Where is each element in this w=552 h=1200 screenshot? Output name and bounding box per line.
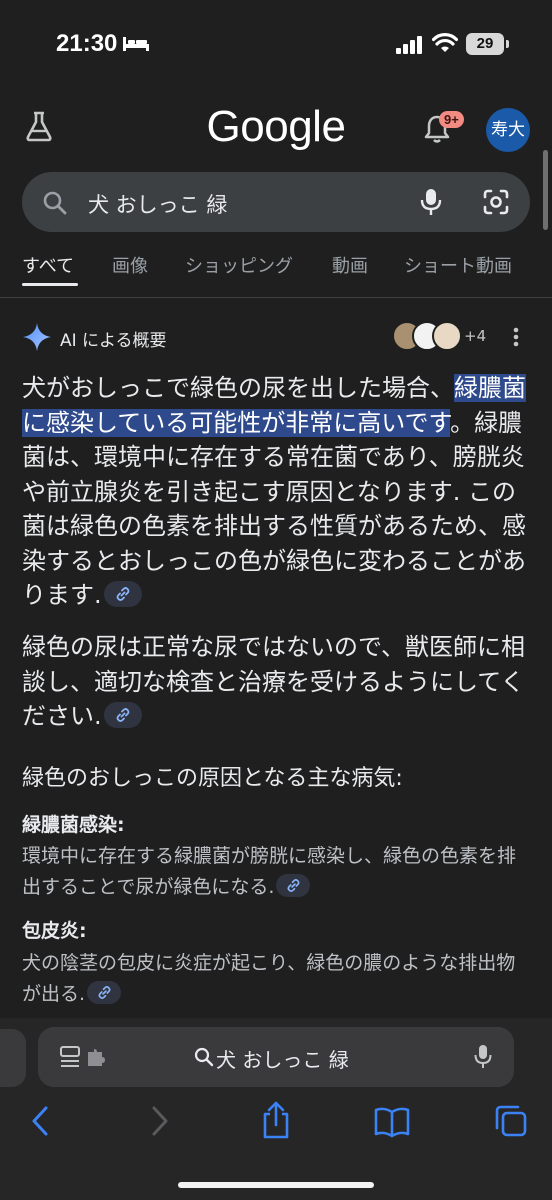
cause-title: 包皮炎: [22,920,87,942]
search-tabs: すべて 画像 ショッピング 動画 ショート動画 [0,248,552,298]
ai-overview-paragraph-2: 緑色の尿は正常な尿ではないので、獣医師に相談し、適切な検査と治療を受けるようにし… [22,630,532,734]
divider [0,297,552,298]
tab-images[interactable]: 画像 [112,252,148,278]
scrollbar[interactable] [543,150,548,230]
tab-short-videos[interactable]: ショート動画 [404,252,512,278]
battery-cap [506,40,509,48]
avatar[interactable]: 寿大 [486,108,530,152]
status-bar: 21:30 29 [0,0,552,88]
address-text[interactable]: 犬 おしっこ 緑 [216,1044,349,1073]
search-icon [43,191,67,215]
citation-link-chip[interactable] [87,981,122,1004]
forward-icon[interactable] [150,1104,170,1138]
link-icon [116,708,130,722]
citation-link-chip[interactable] [276,874,311,897]
mic-icon[interactable] [420,187,442,217]
citation-link-chip[interactable] [103,581,142,607]
tab-all[interactable]: すべて [22,252,74,278]
cause-title: 緑膿菌感染: [22,814,125,836]
link-icon [116,587,130,601]
page-menu-icon[interactable] [60,1045,112,1069]
signal-icon [396,36,422,54]
bookmarks-icon[interactable] [374,1106,410,1138]
share-icon[interactable] [260,1100,292,1140]
tab-videos[interactable]: 動画 [332,252,368,278]
source-thumb-3[interactable] [432,321,462,351]
link-icon [98,986,111,999]
notification-badge: 9+ [439,111,464,128]
paragraph-text: 。緑膿菌は、環境中に存在する常在菌であり、膀胱炎や前立腺炎を引き起こす原因となり… [22,408,526,610]
ai-overview-paragraph-1: 犬がおしっこで緑色の尿を出した場合、緑膿菌に感染している可能性が非常に高いです。… [22,371,532,613]
citation-link-chip[interactable] [103,702,142,728]
search-input[interactable]: 犬 おしっこ 緑 [88,189,227,219]
wifi-icon [432,33,458,52]
bed-icon [123,37,149,51]
more-vert-icon[interactable] [512,326,520,348]
tab-shopping[interactable]: ショッピング [185,252,293,278]
search-box[interactable]: 犬 おしっこ 緑 [22,172,530,232]
cause-text: 環境中に存在する緑膿菌が膀胱に感染し、緑色の色素を排出することで尿が緑色になる. [22,845,517,898]
status-time: 21:30 [56,30,118,57]
source-thumbnails[interactable] [392,321,464,351]
google-logo[interactable]: Google [0,102,552,152]
cause-body: 犬の陰茎の包皮に炎症が起こり、緑色の膿のような排出物が出る. [22,948,532,1010]
previous-tab-peek[interactable] [0,1029,26,1087]
home-indicator[interactable] [178,1182,374,1188]
causes-heading: 緑色のおしっこの原因となる主な病気: [22,766,403,791]
mic-icon[interactable] [474,1044,492,1070]
address-bar[interactable]: 犬 おしっこ 緑 [38,1027,514,1087]
active-tab-indicator [22,283,78,286]
paragraph-text: 犬がおしっこで緑色の尿を出した場合、 [22,374,454,402]
link-icon [287,879,300,892]
ai-overview-title: AI による概要 [60,331,167,351]
lens-icon[interactable] [482,188,510,216]
back-icon[interactable] [30,1104,50,1138]
battery-icon: 29 [466,33,504,55]
tabs-icon[interactable] [494,1104,528,1138]
paragraph-text: 緑色の尿は正常な尿ではないので、獣医師に相談し、適切な検査と治療を受けるようにし… [22,633,526,730]
cause-body: 環境中に存在する緑膿菌が膀胱に感染し、緑色の色素を排出することで尿が緑色になる. [22,841,532,903]
source-count[interactable]: +4 [464,327,486,345]
search-icon [194,1047,214,1067]
sparkle-icon [23,323,51,351]
